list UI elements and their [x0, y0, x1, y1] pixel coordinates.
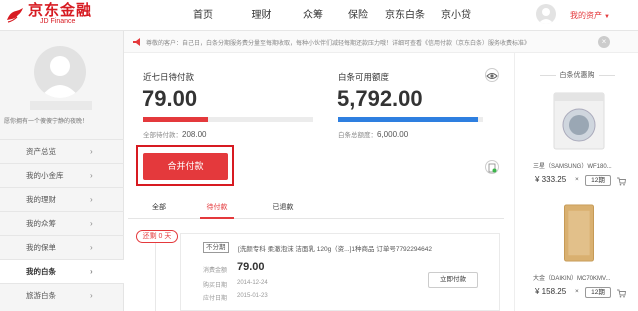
user-silhouette-icon [40, 56, 80, 98]
installment-term[interactable]: 12期 [585, 175, 611, 186]
sidebar-item-label: 我的众筹 [26, 219, 56, 228]
days-remaining-badge: 还剩 0 天 [136, 230, 178, 243]
washing-machine-image[interactable] [550, 91, 608, 151]
nav-wealth[interactable]: 理财 [236, 0, 287, 31]
document-check-icon [488, 163, 497, 173]
due-date-label: 应付日期 [203, 296, 228, 302]
notice-text: 尊敬的客户：自己日，白条分期服务费分量至每期收取，每种小伙伴们减轻每期还款压力哦… [146, 41, 531, 47]
promo-title: 白条优惠购 [515, 70, 638, 80]
due-progress-bar [143, 117, 313, 122]
credit-available-value: 5,792.00 [337, 86, 423, 111]
total-due: 全部待付款：208.00 [143, 129, 206, 139]
sidebar-item-wealth[interactable]: 我的理财 › [0, 187, 124, 211]
order-title-link[interactable]: [洗颜专科 柔澈泡沫 洁面乳 120g（资...]1种商品 订单号7792294… [238, 243, 432, 253]
sidebar-item-baitiao[interactable]: 我的白条 › [0, 259, 124, 283]
sidebar-item-overview[interactable]: 资产总览 › [0, 139, 124, 163]
due-date-value: 2015-01-23 [237, 293, 268, 299]
chevron-down-icon: ▼ [604, 14, 610, 20]
sidebar-menu: 资产总览 › 我的小金库 › 我的理财 › 我的众筹 › 我的保单 › 我的白条 › 旅游白… [0, 139, 124, 307]
eye-icon [486, 73, 498, 79]
chevron-right-icon: › [90, 147, 93, 156]
timeline-line [155, 243, 156, 311]
sidebar: 愿你拥有一个傻傻宁静的夜晚！ 资产总览 › 我的小金库 › 我的理财 › 我的众筹 › … [0, 31, 124, 311]
greeting-text: 愿你拥有一个傻傻宁静的夜晚！ [4, 119, 89, 125]
air-purifier-image[interactable] [550, 203, 608, 263]
nav-insurance[interactable]: 保险 [339, 0, 377, 31]
sidebar-item-crowdfunding[interactable]: 我的众筹 › [0, 211, 124, 235]
credit-progress-bar [338, 117, 483, 122]
jd-finance-logo[interactable]: 京东金融 JD Finance [4, 3, 92, 26]
due-7days-label: 近七日待付款 [143, 72, 195, 82]
amount-label: 消费金额 [203, 268, 228, 274]
logo-cn-text: 京东金融 [28, 2, 93, 19]
nav-home[interactable]: 首页 [178, 0, 228, 31]
toggle-visibility-button[interactable] [485, 68, 499, 82]
combined-pay-button[interactable]: 合并付款 [143, 153, 228, 180]
pay-now-button[interactable]: 立即付款 [428, 272, 478, 288]
logo-dog-icon [7, 7, 23, 23]
chevron-right-icon: › [90, 291, 93, 300]
purchase-date-label: 购买日期 [203, 283, 228, 289]
promo-panel: 白条优惠购 三星（SAMSUNG）WF180... ¥ 333.25 × 12期… [514, 53, 638, 311]
tab-refunded[interactable]: 已退款 [266, 199, 300, 217]
close-icon[interactable]: × [598, 36, 610, 48]
tab-pending[interactable]: 待付款 [200, 199, 234, 219]
profile-avatar[interactable] [34, 46, 86, 98]
sidebar-item-label: 旅游白条 [26, 291, 56, 300]
cart-icon[interactable] [616, 176, 626, 186]
credit-limit: 白条总额度：6,000.00 [338, 129, 408, 139]
sidebar-item-travel-baitiao[interactable]: 旅游白条 › [0, 283, 124, 307]
sidebar-item-vault[interactable]: 我的小金库 › [0, 163, 124, 187]
sidebar-item-label: 我的白条 [26, 267, 56, 276]
user-silhouette-icon [538, 8, 554, 24]
chevron-right-icon: › [90, 243, 93, 252]
nav-crowdfunding[interactable]: 众筹 [294, 0, 332, 31]
chevron-right-icon: › [90, 195, 93, 204]
chevron-right-icon: › [90, 219, 93, 228]
credit-progress-fill [338, 117, 478, 122]
chevron-right-icon: › [90, 171, 93, 180]
megaphone-icon [133, 38, 140, 46]
product-name[interactable]: 大金（DAIKIN）MC70KMV... [533, 273, 633, 282]
credit-limit-value: 6,000.00 [377, 130, 409, 139]
amount-value: 79.00 [237, 261, 265, 273]
multiply-sign: × [575, 288, 579, 295]
installment-term[interactable]: 12期 [585, 287, 611, 298]
bill-settings-button[interactable] [485, 160, 499, 174]
no-installment-tag: 不分期 [203, 242, 229, 253]
sidebar-item-label: 我的理财 [26, 195, 56, 204]
product-name[interactable]: 三星（SAMSUNG）WF180... [533, 161, 633, 170]
multiply-sign: × [575, 176, 579, 183]
sidebar-item-policies[interactable]: 我的保单 › [0, 235, 124, 259]
due-7days-value: 79.00 [142, 86, 198, 111]
order-tabs: 全部 待付款 已退款 [128, 199, 504, 219]
purchase-date-value: 2014-12-24 [237, 280, 268, 286]
credit-limit-label: 白条总额度： [338, 132, 377, 139]
sidebar-item-label: 资产总览 [26, 147, 56, 156]
nav-baitiao[interactable]: 京东白条 [379, 0, 431, 31]
tab-all[interactable]: 全部 [146, 199, 172, 217]
total-due-value: 208.00 [182, 130, 207, 139]
my-assets-label: 我的资产 [570, 11, 602, 20]
sidebar-item-label: 我的保单 [26, 243, 56, 252]
total-due-label: 全部待付款： [143, 132, 182, 139]
user-avatar[interactable] [536, 4, 556, 24]
nav-jd-loan[interactable]: 京小贷 [435, 0, 477, 31]
product-price: ¥ 158.25 [535, 287, 567, 296]
order-card: 不分期 [洗颜专科 柔澈泡沫 洁面乳 120g（资...]1种商品 订单号779… [180, 233, 500, 311]
top-navigation-bar: 京东金融 JD Finance 首页 理财 众筹 保险 京东白条 京小贷 我的资… [0, 0, 638, 31]
sidebar-item-label: 我的小金库 [26, 171, 64, 180]
product-price: ¥ 333.25 [535, 175, 567, 184]
notice-bar: 尊敬的客户：自己日，白条分期服务费分量至每期收取，每种小伙伴们减轻每期还款压力哦… [124, 31, 638, 53]
credit-available-label: 白条可用额度 [338, 72, 390, 82]
chevron-right-icon: › [90, 267, 93, 276]
username-redacted [30, 101, 92, 110]
main-nav: 首页 理财 众筹 保险 京东白条 京小贷 [178, 0, 477, 31]
due-progress-fill [143, 117, 208, 122]
my-assets-dropdown[interactable]: 我的资产 ▼ [570, 10, 610, 21]
logo-en-text: JD Finance [40, 18, 76, 25]
cart-icon[interactable] [616, 288, 626, 298]
